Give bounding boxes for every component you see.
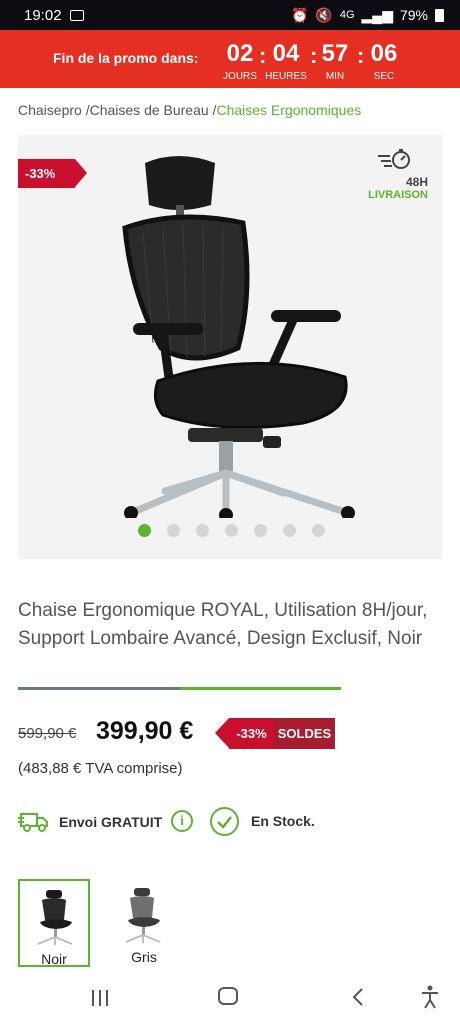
promo-countdown-bar: Fin de la promo dans: 02 JOURS : 04 HEUR… [0,30,460,88]
countdown-seconds: 06 SEC [370,40,398,82]
countdown-days: 02 JOURS [223,40,257,82]
battery-level: 79% [399,7,428,23]
variant-noir[interactable]: Noir [18,879,90,967]
shipping-label: Envoi GRATUIT [59,814,163,830]
variant-label-noir: Noir [41,951,67,967]
gallery-dot[interactable] [138,524,151,537]
mute-icon: 🔇 [315,6,333,23]
signal-icon: ▂▄▆ [361,6,393,23]
gallery-dots [138,524,325,537]
gallery-dot[interactable] [312,524,325,537]
title-divider-green [180,687,341,690]
accessibility-icon[interactable] [420,985,440,1009]
discount-badge: -33% [18,159,87,188]
breadcrumb-home[interactable]: Chaisepro / [18,102,90,118]
info-icon[interactable]: i [171,810,193,832]
home-icon[interactable] [218,987,238,1005]
gallery-dot[interactable] [196,524,209,537]
variant-gris[interactable]: Gris [108,879,180,967]
breadcrumb-current[interactable]: Chaises Ergonomiques [216,102,361,118]
status-bar: 19:02 ⏰ 🔇 4G ▂▄▆ 79% [0,0,460,30]
back-icon[interactable] [351,987,365,1007]
recents-icon[interactable] [90,989,110,1007]
variant-label-gris: Gris [131,949,157,965]
delivery-label: LIVRAISON [368,189,428,201]
product-title: Chaise Ergonomique ROYAL, Utilisation 8H… [18,600,428,649]
system-nav-bar [0,967,460,1024]
gallery-dot[interactable] [167,524,180,537]
tva-note: (483,88 € TVA comprise) [18,760,183,777]
free-shipping: Envoi GRATUIT [18,808,162,836]
variant-thumbnail-noir [37,890,73,945]
alarm-icon: ⏰ [290,6,309,23]
network-type: 4G [339,9,355,21]
product-gallery[interactable]: -33% 48H LIVRAISON [18,135,442,559]
sale-tag: SOLDES [274,718,335,749]
current-price: 399,90 € [96,717,194,745]
old-price: 599,90 € [18,725,77,742]
status-right: ⏰ 🔇 4G ▂▄▆ 79% [291,7,444,24]
countdown-hours: 04 HEURES [265,40,307,82]
gallery-dot[interactable] [254,524,267,537]
battery-icon [435,8,444,22]
status-time: 19:02 [24,6,62,24]
delivery-truck-icon [18,813,48,832]
variant-thumbnail-gris [125,888,161,943]
gallery-dot[interactable] [283,524,296,537]
delivery-hours: 48H [405,175,428,189]
countdown-minutes: 57 MIN [321,40,349,82]
gallery-notification-icon [69,9,84,21]
promo-label: Fin de la promo dans: [53,50,199,66]
gallery-dot[interactable] [225,524,238,537]
discount-tag: -33% [215,718,274,749]
stock-status: En Stock. [251,813,315,829]
check-circle-icon [210,807,239,836]
breadcrumb: Chaisepro /Chaises de Bureau /Chaises Er… [18,102,361,118]
delivery-badge: 48H LIVRAISON [368,147,428,201]
title-divider-grey [18,687,180,690]
breadcrumb-category[interactable]: Chaises de Bureau / [90,102,217,118]
product-image-chair [122,156,355,518]
stopwatch-icon [378,149,410,169]
